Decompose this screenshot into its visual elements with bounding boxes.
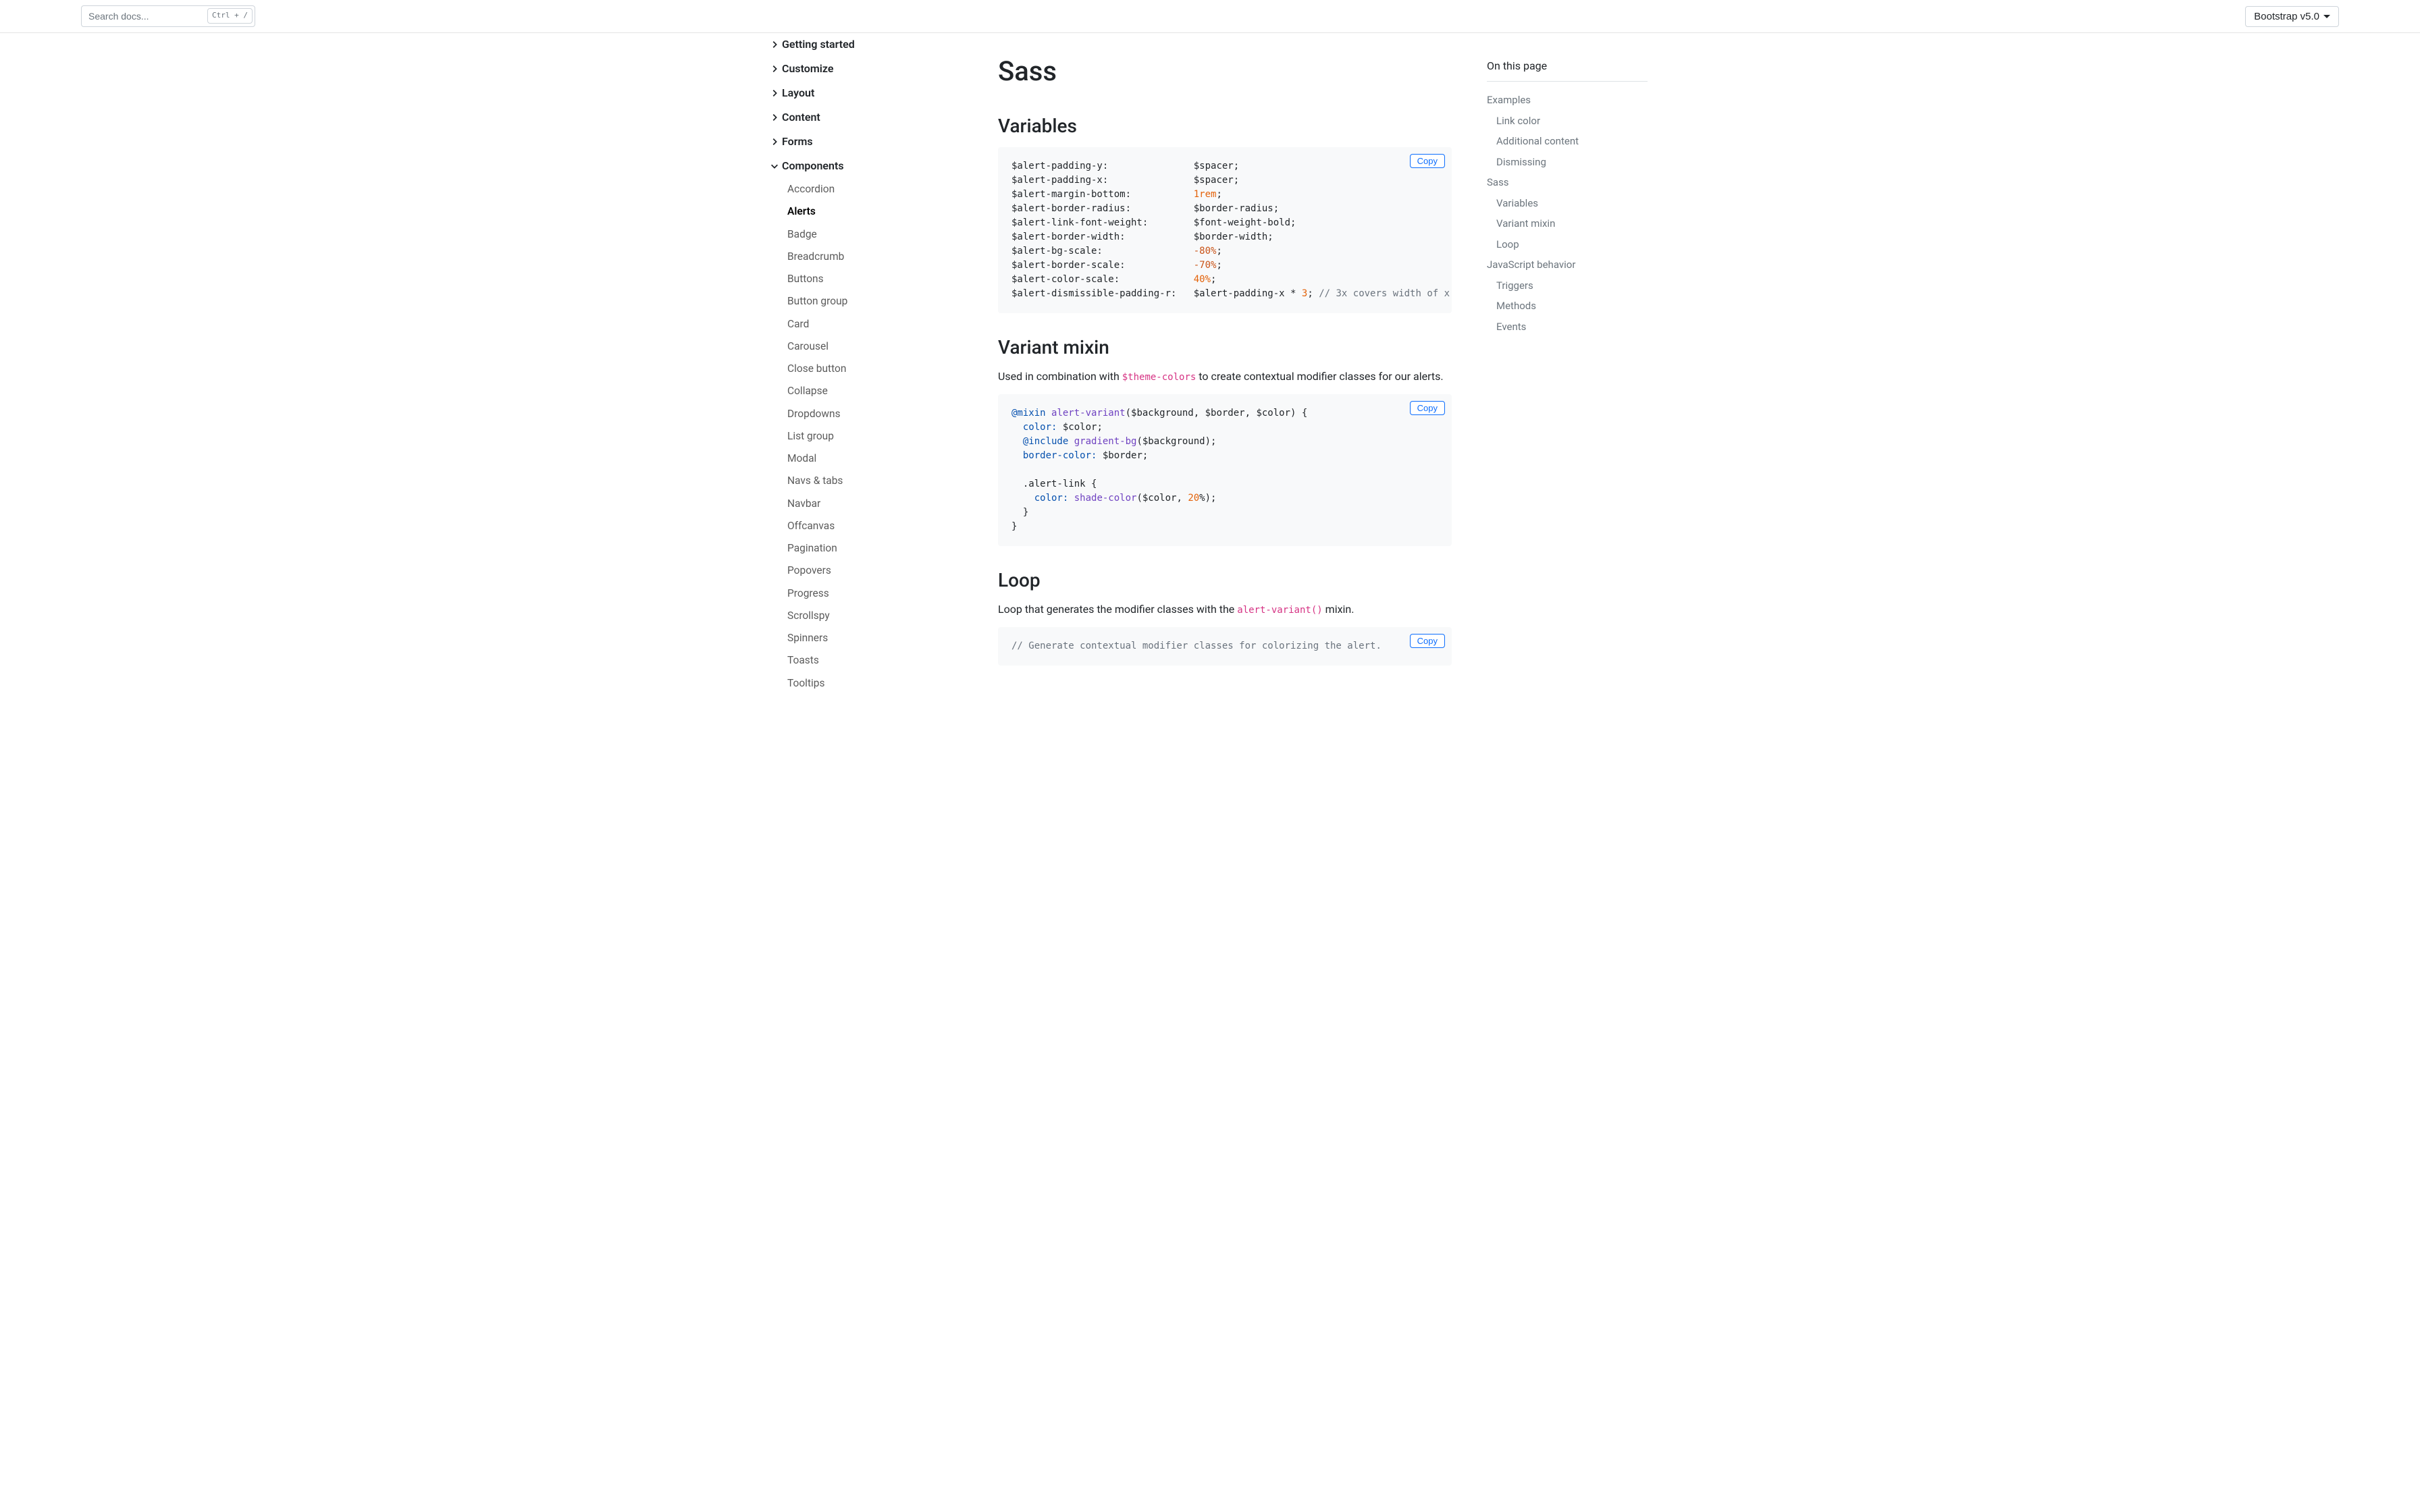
sidebar-group-label: Components: [782, 158, 844, 174]
chevron-right-icon: [770, 113, 779, 122]
docs-sidebar: Getting started Customize Layout Content For…: [764, 19, 975, 708]
sidebar-item-carousel[interactable]: Carousel: [782, 335, 968, 358]
toc-link[interactable]: Link color: [1487, 111, 1648, 132]
chevron-right-icon: [770, 64, 779, 74]
sidebar-item-buttons[interactable]: Buttons: [782, 268, 968, 290]
docs-subnav: Ctrl + / Bootstrap v5.0: [0, 0, 2420, 33]
sidebar-item-button-group[interactable]: Button group: [782, 290, 968, 313]
sidebar-item-spinners[interactable]: Spinners: [782, 627, 968, 649]
chevron-right-icon: [770, 88, 779, 98]
search-shortcut-hint: Ctrl + /: [207, 8, 253, 24]
sidebar-item-breadcrumb[interactable]: Breadcrumb: [782, 246, 968, 268]
search-wrap: Ctrl + /: [81, 5, 255, 27]
sidebar-item-toasts[interactable]: Toasts: [782, 649, 968, 672]
toc-link[interactable]: Sass: [1487, 172, 1648, 193]
sidebar-group-label: Getting started: [782, 36, 855, 53]
sidebar-item-list-group[interactable]: List group: [782, 425, 968, 448]
sidebar-group-getting-started[interactable]: Getting started: [764, 32, 968, 57]
sidebar-item-progress[interactable]: Progress: [782, 583, 968, 605]
sidebar-item-scrollspy[interactable]: Scrollspy: [782, 605, 968, 627]
toc-link[interactable]: Loop: [1487, 234, 1648, 255]
sidebar-group-label: Customize: [782, 61, 833, 77]
chevron-right-icon: [770, 40, 779, 49]
sidebar-group-components[interactable]: Components: [764, 154, 968, 178]
sidebar-item-navs-tabs[interactable]: Navs & tabs: [782, 470, 968, 492]
sidebar-item-accordion[interactable]: Accordion: [782, 178, 968, 200]
toc-link[interactable]: Variant mixin: [1487, 213, 1648, 234]
sidebar-group-label: Content: [782, 109, 820, 126]
sidebar-item-tooltips[interactable]: Tooltips: [782, 672, 968, 695]
code-variables: Copy $alert-padding-y: $spacer; $alert-p…: [998, 147, 1452, 313]
toc-link[interactable]: Methods: [1487, 296, 1648, 317]
sidebar-group-customize[interactable]: Customize: [764, 57, 968, 81]
sidebar-item-close-button[interactable]: Close button: [782, 358, 968, 380]
sidebar-group-layout[interactable]: Layout: [764, 81, 968, 105]
main-content: Sass Variables Copy $alert-padding-y: $s…: [975, 19, 1475, 708]
version-label: Bootstrap v5.0: [2254, 11, 2319, 22]
toc-link[interactable]: Events: [1487, 317, 1648, 338]
heading-variant-mixin: Variant mixin: [998, 333, 1452, 362]
chevron-down-icon: [2323, 15, 2330, 18]
sidebar-group-forms[interactable]: Forms: [764, 130, 968, 154]
sidebar-group-content[interactable]: Content: [764, 105, 968, 130]
sidebar-item-modal[interactable]: Modal: [782, 448, 968, 470]
sidebar-item-dropdowns[interactable]: Dropdowns: [782, 403, 968, 425]
copy-button[interactable]: Copy: [1410, 634, 1445, 648]
sidebar-item-pagination[interactable]: Pagination: [782, 537, 968, 560]
variant-mixin-intro: Used in combination with $theme-colors t…: [998, 369, 1452, 385]
heading-loop: Loop: [998, 566, 1452, 595]
toc-title: On this page: [1487, 58, 1648, 74]
copy-button[interactable]: Copy: [1410, 401, 1445, 415]
toc-link[interactable]: Additional content: [1487, 131, 1648, 152]
sidebar-group-label: Layout: [782, 85, 814, 101]
sidebar-item-navbar[interactable]: Navbar: [782, 493, 968, 515]
toc-link[interactable]: JavaScript behavior: [1487, 254, 1648, 275]
heading-variables: Variables: [998, 112, 1452, 140]
version-dropdown[interactable]: Bootstrap v5.0: [2245, 6, 2339, 27]
toc-link[interactable]: Dismissing: [1487, 152, 1648, 173]
toc-link[interactable]: Examples: [1487, 90, 1648, 111]
sidebar-item-card[interactable]: Card: [782, 313, 968, 335]
copy-button[interactable]: Copy: [1410, 154, 1445, 168]
sidebar-item-offcanvas[interactable]: Offcanvas: [782, 515, 968, 537]
toc-link[interactable]: Variables: [1487, 193, 1648, 214]
code-loop: Copy // Generate contextual modifier cla…: [998, 627, 1452, 666]
on-this-page: On this page ExamplesLink colorAdditiona…: [1475, 40, 1648, 350]
sidebar-item-alerts[interactable]: Alerts: [782, 200, 968, 223]
chevron-right-icon: [770, 137, 779, 146]
toc-link[interactable]: Triggers: [1487, 275, 1648, 296]
sidebar-group-label: Forms: [782, 134, 813, 150]
heading-sass: Sass: [998, 51, 1452, 92]
loop-intro: Loop that generates the modifier classes…: [998, 601, 1452, 618]
chevron-down-icon: [770, 161, 779, 171]
sidebar-item-badge[interactable]: Badge: [782, 223, 968, 246]
sidebar-item-popovers[interactable]: Popovers: [782, 560, 968, 582]
code-mixin: Copy @mixin alert-variant($background, $…: [998, 394, 1452, 546]
sidebar-item-collapse[interactable]: Collapse: [782, 380, 968, 402]
